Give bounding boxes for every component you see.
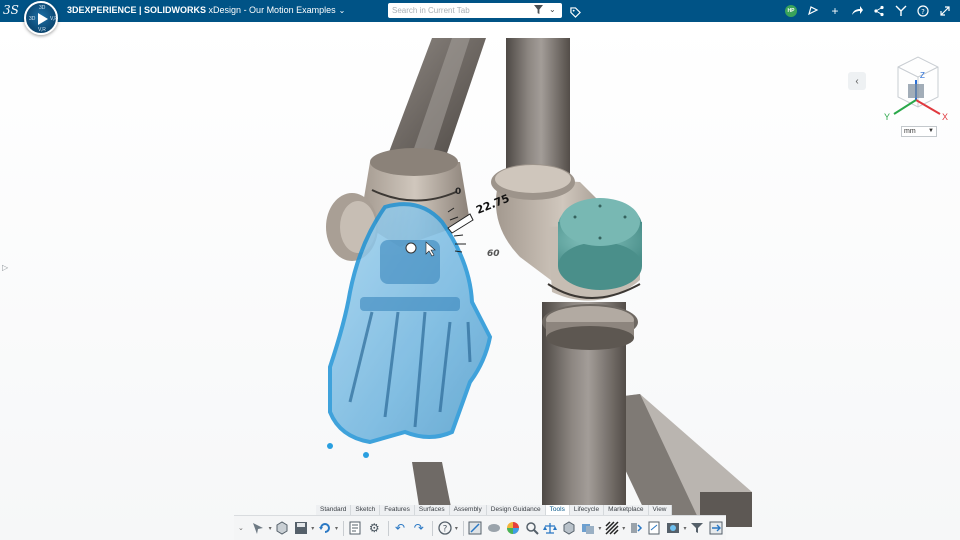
robot-arm-model[interactable]: 0 22.75 60 xyxy=(0,22,960,540)
help-circle-icon[interactable]: ? xyxy=(436,520,453,537)
app-title[interactable]: 3DEXPERIENCE | SOLIDWORKS xDesign - Our … xyxy=(67,5,345,15)
3d-viewport[interactable]: 0 22.75 60 ▷ ‹ X Y Z mm ▼ xyxy=(0,22,960,540)
action-bar-toolbar: ⌄ ▾ ▾ ▾ ⚙ ↶ ↷ ? ▾ ▾ ▾ ▾ xyxy=(234,515,726,540)
properties-icon[interactable] xyxy=(347,520,364,537)
app-context: xDesign - Our Motion Examples xyxy=(206,5,336,15)
part-icon[interactable] xyxy=(274,520,291,537)
user-avatar[interactable]: HP xyxy=(780,3,802,19)
help-icon[interactable]: ? xyxy=(912,3,934,19)
collapse-icon[interactable] xyxy=(934,3,956,19)
left-panel-handle[interactable]: ▷ xyxy=(2,263,8,272)
compass-button[interactable]: 3D 3D V,R V,R xyxy=(24,1,58,35)
navigation-cube[interactable]: X Y Z xyxy=(878,52,958,122)
measure-icon[interactable] xyxy=(467,520,484,537)
axis-x-label: X xyxy=(942,112,948,122)
tab-standard[interactable]: Standard xyxy=(316,505,352,515)
search-input[interactable] xyxy=(392,4,532,16)
save-icon[interactable] xyxy=(292,520,309,537)
tab-view[interactable]: View xyxy=(648,505,672,515)
material-icon[interactable] xyxy=(486,520,503,537)
tab-surfaces[interactable]: Surfaces xyxy=(414,505,450,515)
tab-tools[interactable]: Tools xyxy=(545,505,570,515)
appearance-icon[interactable] xyxy=(504,520,521,537)
tag-icon[interactable] xyxy=(570,5,581,18)
filter-icon[interactable] xyxy=(534,5,543,16)
compass-west-label: 3D xyxy=(29,16,36,22)
drawing-icon[interactable] xyxy=(646,520,663,537)
play-icon xyxy=(38,13,48,25)
convert-icon[interactable] xyxy=(707,520,724,537)
top-right-toolbar: HP + ? xyxy=(780,3,956,19)
tools-icon[interactable] xyxy=(890,3,912,19)
add-icon[interactable]: + xyxy=(824,3,846,19)
product-name: SOLIDWORKS xyxy=(144,5,207,15)
share-icon[interactable] xyxy=(846,3,868,19)
rebuild-icon[interactable] xyxy=(316,520,333,537)
dropdown-icon[interactable]: ⌄ xyxy=(549,5,556,14)
explode-icon[interactable] xyxy=(627,520,644,537)
scale-zero-label: 0 xyxy=(455,187,461,197)
filter-toolbar-icon[interactable] xyxy=(689,520,706,537)
upper-arm[interactable] xyxy=(386,38,486,162)
redo-icon[interactable]: ↷ xyxy=(410,520,427,537)
interference-icon[interactable] xyxy=(580,520,597,537)
chevron-down-icon: ⌄ xyxy=(338,6,346,15)
action-bar-tabs: Standard Sketch Features Surfaces Assemb… xyxy=(316,505,672,515)
undo-icon[interactable]: ↶ xyxy=(392,520,409,537)
shoulder-joint[interactable] xyxy=(491,164,642,301)
units-value: mm xyxy=(904,128,916,135)
select-icon[interactable] xyxy=(250,520,267,537)
section-icon[interactable] xyxy=(523,520,540,537)
compass-south-label: V,R xyxy=(38,27,46,33)
render-icon[interactable] xyxy=(665,520,682,537)
axis-z-label: Z xyxy=(920,71,925,80)
collapse-panel-button[interactable]: ‹ xyxy=(848,72,866,90)
network-icon[interactable] xyxy=(868,3,890,19)
hatch-icon[interactable] xyxy=(603,520,620,537)
chevron-down-icon: ▼ xyxy=(928,128,934,134)
tab-assembly[interactable]: Assembly xyxy=(449,505,487,515)
svg-text:?: ? xyxy=(442,525,447,535)
search-box: ⌄ xyxy=(388,3,562,18)
tab-lifecycle[interactable]: Lifecycle xyxy=(569,505,605,515)
tab-sketch[interactable]: Sketch xyxy=(351,505,381,515)
product-prefix: 3DEXPERIENCE | xyxy=(67,5,145,15)
top-bar: 3S 3D 3D V,R V,R 3DEXPERIENCE | SOLIDWOR… xyxy=(0,0,960,35)
balance-icon[interactable] xyxy=(542,520,559,537)
units-select[interactable]: mm ▼ xyxy=(901,126,937,137)
compass-east-label: V,R xyxy=(50,16,58,22)
tab-marketplace[interactable]: Marketplace xyxy=(604,505,649,515)
tab-design-guidance[interactable]: Design Guidance xyxy=(486,505,546,515)
notification-icon[interactable] xyxy=(802,3,824,19)
settings-icon[interactable]: ⚙ xyxy=(366,520,383,537)
tab-features[interactable]: Features xyxy=(380,505,415,515)
mass-properties-icon[interactable] xyxy=(561,520,578,537)
compass-north-label: 3D xyxy=(39,5,46,11)
svg-text:?: ? xyxy=(921,8,925,16)
axis-y-label: Y xyxy=(884,112,890,122)
ds-logo: 3S xyxy=(3,3,19,17)
collapse-actionbar-icon[interactable]: ⌄ xyxy=(238,524,246,532)
scale-sixty-label: 60 xyxy=(487,249,500,259)
